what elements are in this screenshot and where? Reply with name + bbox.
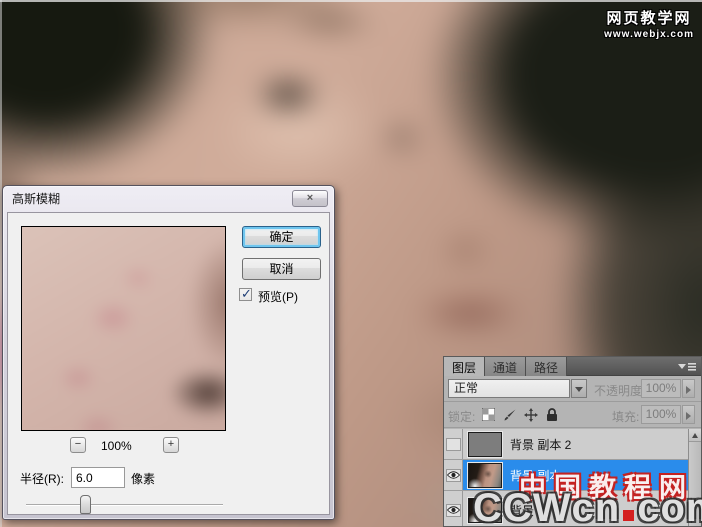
radius-slider[interactable] — [26, 495, 223, 515]
lock-icon — [546, 407, 557, 421]
watermark-top-url: www.webjx.com — [604, 29, 694, 40]
panel-menu-button[interactable] — [676, 360, 698, 373]
scroll-up-button[interactable] — [689, 429, 701, 442]
blend-mode-dropdown-button[interactable] — [571, 379, 587, 398]
lock-pixels-button[interactable] — [501, 406, 518, 423]
fill-spinner-button — [682, 405, 695, 424]
slider-thumb[interactable] — [80, 495, 91, 514]
layer-thumbnail[interactable] — [467, 430, 503, 458]
blend-mode-select[interactable]: 正常 — [448, 379, 570, 398]
canvas-top-edge — [0, 0, 702, 2]
plus-icon: + — [167, 438, 175, 450]
checkerboard-icon — [482, 408, 495, 421]
watermark-site-prefix: CCWcn — [473, 486, 621, 527]
close-icon: × — [306, 192, 314, 204]
watermark-top-title: 网页教学网 — [606, 10, 692, 27]
watermark-site-tld: com — [637, 486, 702, 527]
preview-checkbox-label: 预览(P) — [258, 290, 298, 304]
chevron-right-icon — [686, 412, 691, 420]
blend-mode-row: 正常 不透明度: 100% — [444, 376, 701, 402]
blur-preview-area[interactable] — [21, 226, 226, 431]
zoom-out-button[interactable]: − — [70, 437, 86, 453]
lock-label: 锁定: — [448, 410, 476, 424]
radius-unit-label: 像素 — [131, 472, 156, 486]
preview-zoom-controls: − 100% + — [21, 437, 226, 455]
lock-position-button[interactable] — [522, 406, 539, 423]
screenshot-root: 网页教学网 www.webjx.com 高斯模糊 × − 100% + 半径(R… — [0, 0, 702, 527]
visibility-toggle[interactable] — [444, 429, 463, 459]
eye-icon — [446, 471, 460, 479]
move-icon — [523, 407, 538, 422]
radius-label: 半径(R): — [20, 472, 64, 486]
chevron-right-icon — [686, 386, 691, 394]
ok-button[interactable]: 确定 — [242, 226, 321, 248]
gaussian-blur-dialog: 高斯模糊 × − 100% + 半径(R): 像素 — [2, 185, 335, 520]
dialog-title: 高斯模糊 — [12, 192, 61, 206]
lock-buttons — [480, 406, 560, 423]
chevron-down-icon — [575, 387, 583, 392]
dialog-body: − 100% + 半径(R): 像素 确定 取消 预览(P) — [7, 212, 330, 515]
layer-row-main[interactable]: 背景 副本 2 — [463, 429, 688, 459]
eye-icon — [446, 506, 460, 514]
watermark-top: 网页教学网 www.webjx.com — [604, 7, 694, 40]
preview-checkbox[interactable] — [239, 286, 252, 302]
lock-transparency-button[interactable] — [480, 406, 497, 423]
watermark-bottom-site: CCWcn com — [473, 486, 702, 527]
chevron-up-icon — [692, 433, 698, 438]
eye-well — [445, 503, 461, 517]
tab-paths[interactable]: 路径 — [526, 357, 568, 376]
opacity-value-field: 100% — [641, 379, 681, 398]
eye-well — [445, 468, 461, 482]
panel-tabbar: 图层 通道 路径 — [444, 357, 701, 376]
fill-label: 填充: — [612, 410, 640, 424]
brush-icon — [504, 409, 515, 420]
layer-thumbnail[interactable] — [467, 461, 503, 489]
lock-row: 锁定: 填充: 100% — [444, 402, 701, 428]
tab-layers[interactable]: 图层 — [444, 357, 486, 376]
visibility-toggle[interactable] — [444, 491, 463, 526]
tab-channels[interactable]: 通道 — [485, 357, 527, 376]
watermark-red-dot — [623, 510, 635, 521]
panel-menu-icon — [678, 363, 696, 371]
layer-name: 背景 副本 2 — [510, 437, 572, 452]
cancel-button[interactable]: 取消 — [242, 258, 321, 280]
eye-well — [445, 437, 461, 451]
opacity-label: 不透明度: — [594, 384, 646, 398]
visibility-toggle[interactable] — [444, 460, 463, 490]
slider-track[interactable] — [26, 504, 223, 506]
layer-row-background-copy-2[interactable]: 背景 副本 2 — [444, 429, 688, 460]
minus-icon: − — [74, 438, 82, 450]
opacity-spinner-button — [682, 379, 695, 398]
zoom-in-button[interactable]: + — [163, 437, 179, 453]
lock-all-button[interactable] — [543, 406, 560, 423]
fill-value-field: 100% — [641, 405, 681, 424]
radius-input[interactable] — [71, 467, 125, 488]
close-button[interactable]: × — [292, 190, 328, 207]
dialog-titlebar[interactable]: 高斯模糊 × — [3, 186, 334, 212]
blur-preview-image — [22, 227, 225, 430]
zoom-level: 100% — [101, 439, 132, 453]
